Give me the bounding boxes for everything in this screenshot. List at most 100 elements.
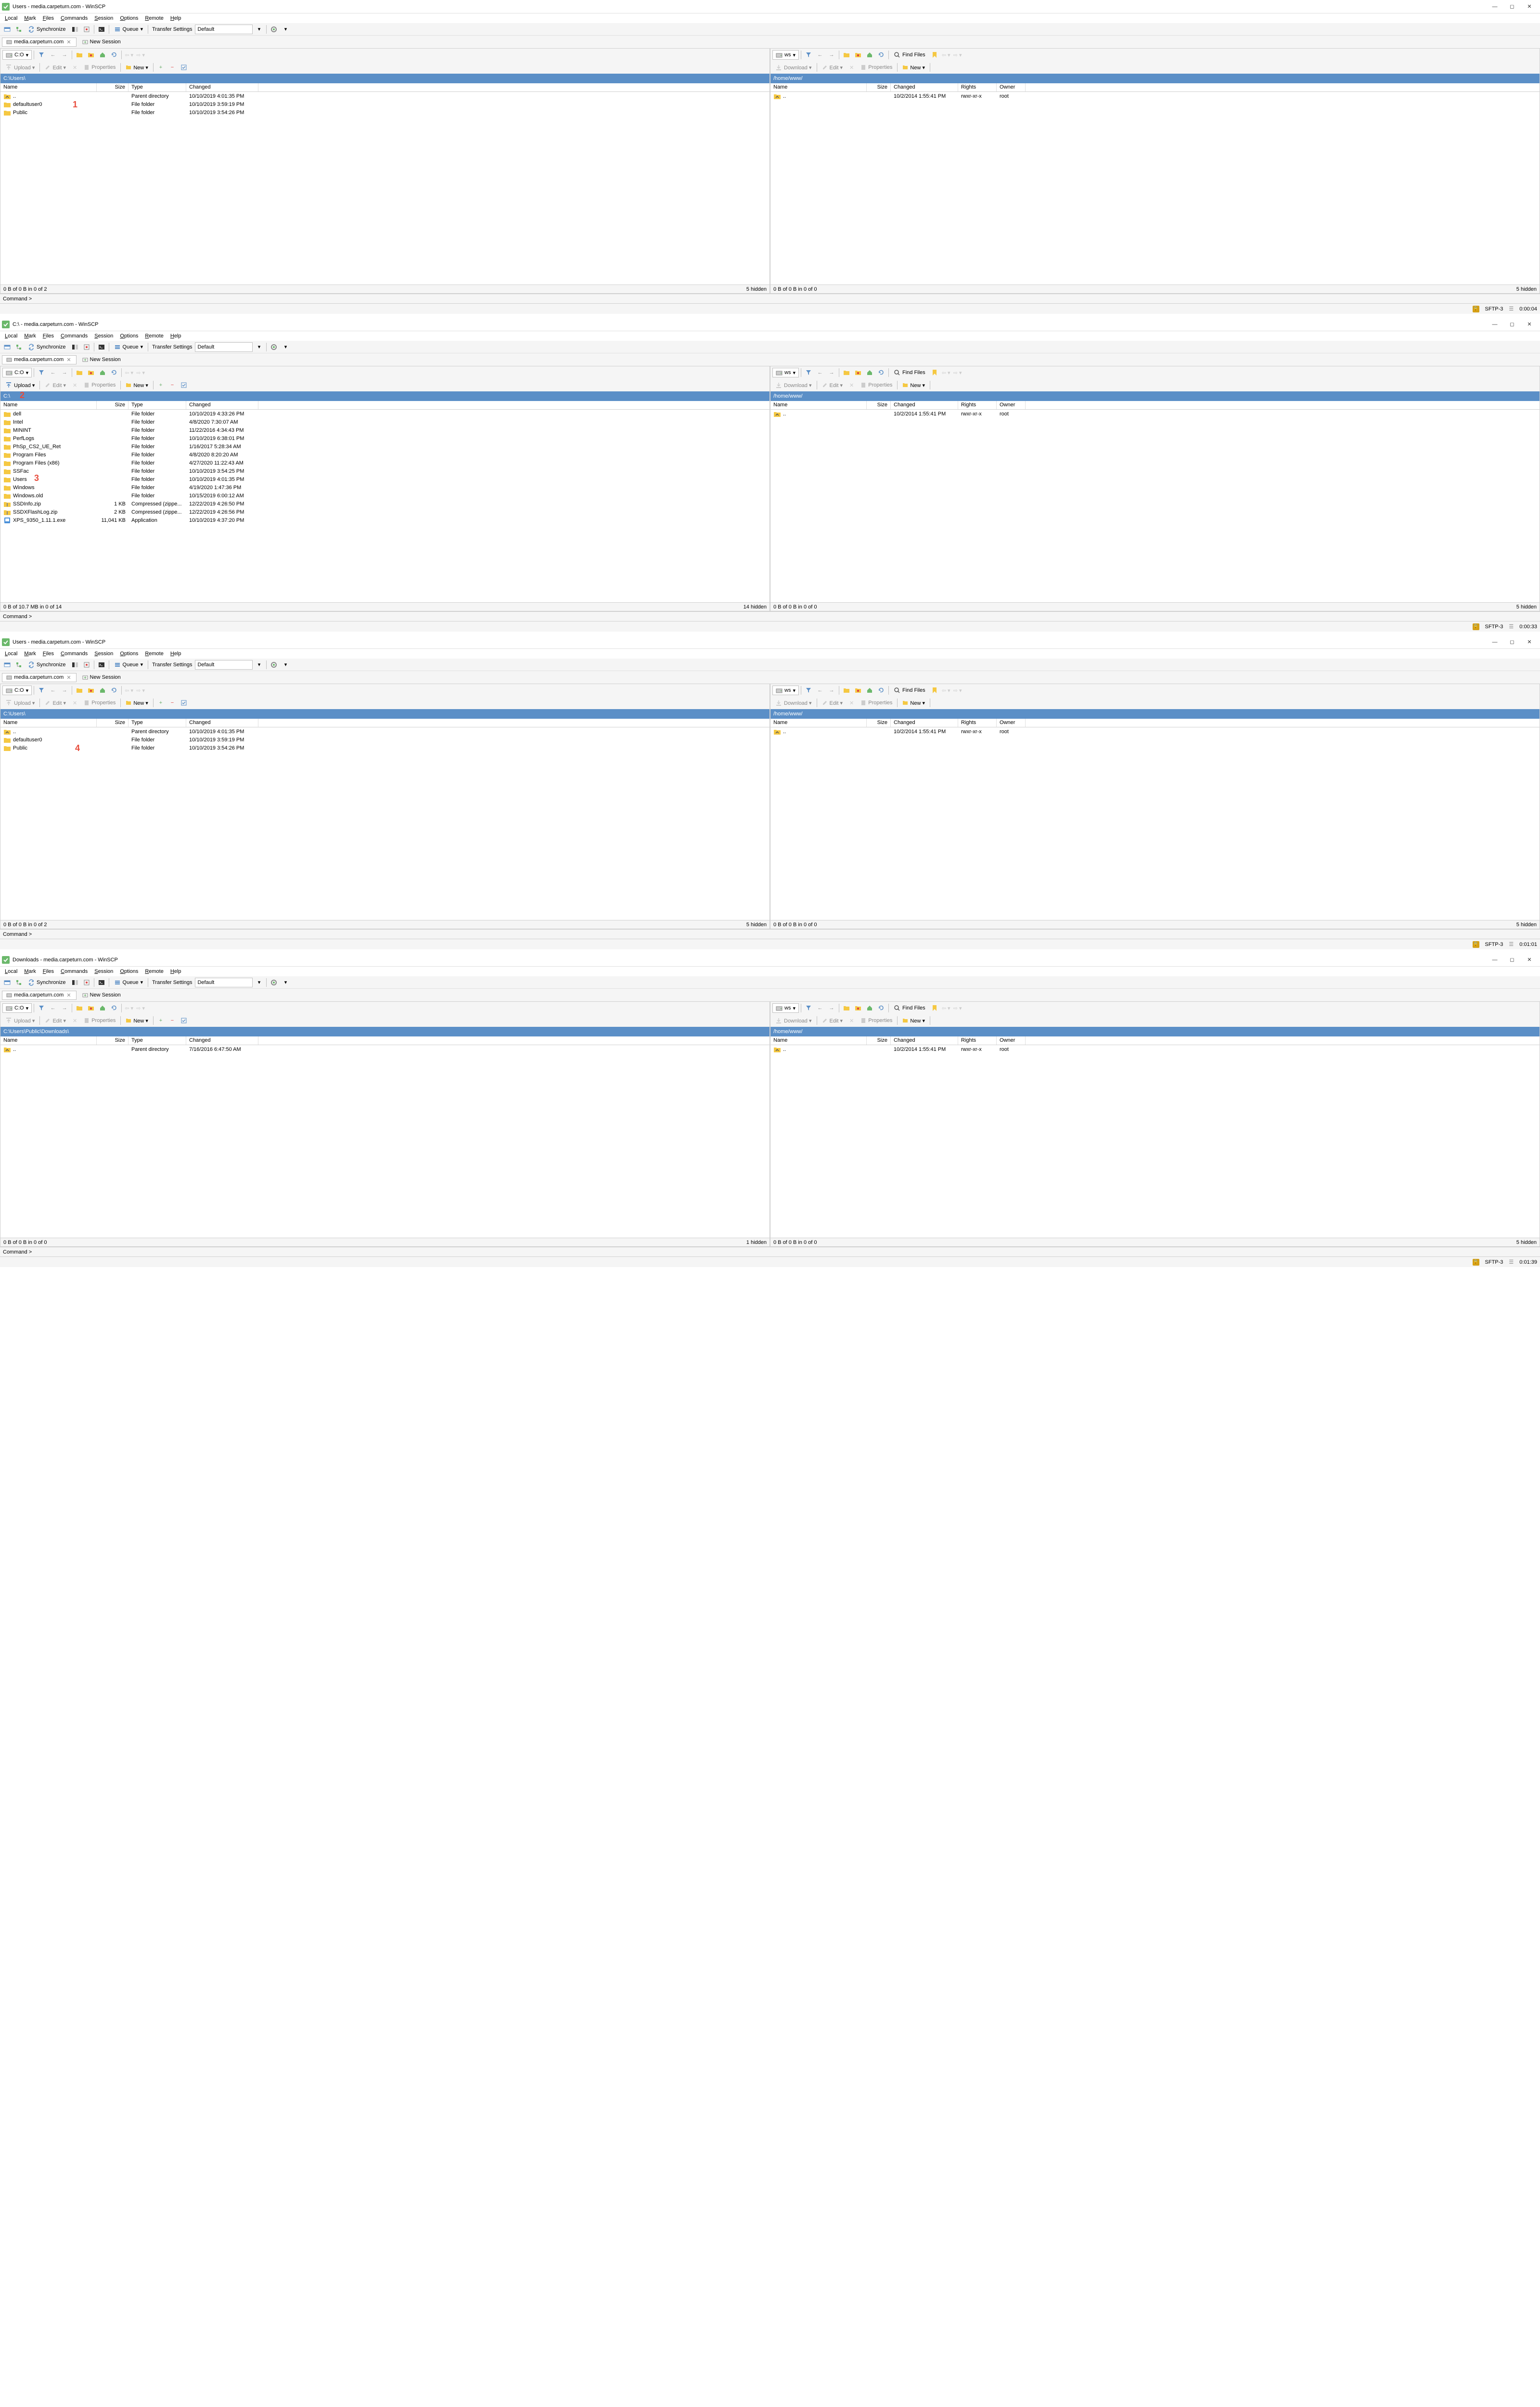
nav-fwd-small[interactable]: ⇨ ▾: [952, 367, 963, 378]
filter-icon[interactable]: [36, 367, 47, 378]
terminal-icon[interactable]: [96, 342, 107, 352]
download-button[interactable]: Download ▾: [772, 381, 815, 389]
menu-session[interactable]: Session: [91, 650, 116, 658]
edit-button[interactable]: Edit ▾: [42, 381, 69, 389]
remote-path[interactable]: /home/www/: [770, 74, 1540, 83]
check-button[interactable]: [179, 698, 189, 708]
home-button[interactable]: [864, 1003, 875, 1013]
command-line[interactable]: Command >: [0, 929, 1540, 939]
queue-icon[interactable]: ☰: [1509, 941, 1514, 947]
nav-back-small[interactable]: ⇦ ▾: [941, 367, 951, 378]
properties-button[interactable]: Properties: [858, 381, 895, 389]
file-row[interactable]: defaultuser0File folder10/10/2019 3:59:1…: [0, 736, 770, 744]
drive-selector[interactable]: C:O ▾: [2, 1003, 32, 1013]
parent-dir-button[interactable]: [841, 50, 852, 60]
header-name[interactable]: Name: [0, 1036, 97, 1045]
synchronize-button[interactable]: Synchronize: [25, 660, 69, 670]
back-button[interactable]: ←: [815, 1003, 825, 1013]
menu-files[interactable]: Files: [40, 332, 57, 340]
refresh-button[interactable]: [109, 367, 119, 378]
menu-mark[interactable]: Mark: [21, 14, 38, 22]
menu-commands[interactable]: Commands: [58, 650, 90, 658]
maximize-button[interactable]: ◻: [1507, 955, 1517, 965]
file-list[interactable]: ..10/2/2014 1:55:41 PMrwxr-xr-xroot: [770, 727, 1540, 920]
root-button[interactable]: [86, 685, 96, 696]
settings-icon[interactable]: [269, 24, 279, 35]
terminal-icon[interactable]: [96, 24, 107, 35]
synchronize-button[interactable]: Synchronize: [25, 977, 69, 988]
file-row[interactable]: SSDXFlashLog.zip2 KBCompressed (zippe...…: [0, 508, 770, 516]
plus-button[interactable]: +: [155, 1015, 166, 1026]
file-row[interactable]: ..10/2/2014 1:55:41 PMrwxr-xr-xroot: [770, 1045, 1540, 1053]
forward-button[interactable]: →: [59, 367, 70, 378]
menu-commands[interactable]: Commands: [58, 968, 90, 975]
menu-help[interactable]: Help: [167, 968, 184, 975]
sync-browse-icon[interactable]: [81, 342, 92, 352]
header-changed[interactable]: Changed: [891, 1036, 958, 1045]
filter-icon[interactable]: [36, 1003, 47, 1013]
header-size[interactable]: Size: [97, 83, 128, 91]
drive-selector[interactable]: ws ▾: [772, 686, 799, 695]
menu-local[interactable]: Local: [2, 332, 20, 340]
queue-button[interactable]: Queue ▾: [111, 660, 146, 670]
nav-back-small[interactable]: ⇦ ▾: [941, 1003, 951, 1013]
menu-files[interactable]: Files: [40, 650, 57, 658]
upload-button[interactable]: Upload ▾: [2, 1016, 38, 1025]
find-files-button[interactable]: Find Files: [891, 685, 928, 696]
filter-icon[interactable]: [803, 367, 814, 378]
menu-options[interactable]: Options: [117, 332, 141, 340]
header-changed[interactable]: Changed: [891, 83, 958, 91]
drive-selector[interactable]: C:O ▾: [2, 50, 32, 60]
delete-x-button[interactable]: ✕: [847, 381, 857, 389]
session-tab[interactable]: media.carpeturn.com✕: [2, 38, 77, 47]
header-size[interactable]: Size: [867, 719, 891, 727]
local-path[interactable]: 2C:\: [0, 391, 770, 401]
close-tab-icon[interactable]: ✕: [65, 674, 72, 681]
edit-button[interactable]: Edit ▾: [42, 699, 69, 707]
synchronize-button[interactable]: Synchronize: [25, 342, 69, 352]
properties-button[interactable]: Properties: [858, 64, 895, 71]
back-button[interactable]: ←: [48, 1003, 58, 1013]
file-list[interactable]: ..10/2/2014 1:55:41 PMrwxr-xr-xroot: [770, 92, 1540, 285]
nav-fwd-small[interactable]: ⇨ ▾: [135, 1003, 146, 1013]
check-button[interactable]: [179, 1015, 189, 1026]
edit-button[interactable]: Edit ▾: [819, 381, 846, 389]
download-button[interactable]: Download ▾: [772, 63, 815, 72]
bookmark-icon[interactable]: [929, 367, 940, 378]
sync-browse-icon[interactable]: [81, 977, 92, 988]
forward-button[interactable]: →: [826, 685, 837, 696]
file-row[interactable]: XPS_9350_1.11.1.exe11,041 KBApplication1…: [0, 516, 770, 524]
home-button[interactable]: [97, 685, 108, 696]
header-size[interactable]: Size: [867, 83, 891, 91]
file-row[interactable]: PerfLogsFile folder10/10/2019 6:38:01 PM: [0, 434, 770, 442]
maximize-button[interactable]: ◻: [1507, 637, 1517, 647]
home-button[interactable]: [97, 1003, 108, 1013]
root-button[interactable]: [853, 685, 863, 696]
delete-x-button[interactable]: ✕: [847, 64, 857, 72]
file-list[interactable]: 1..Parent directory10/10/2019 4:01:35 PM…: [0, 92, 770, 285]
properties-button[interactable]: Properties: [858, 699, 895, 707]
root-button[interactable]: [853, 367, 863, 378]
header-owner[interactable]: Owner: [997, 401, 1026, 409]
command-line[interactable]: Command >: [0, 611, 1540, 621]
file-row[interactable]: ..10/2/2014 1:55:41 PMrwxr-xr-xroot: [770, 727, 1540, 736]
forward-button[interactable]: →: [826, 367, 837, 378]
drive-selector[interactable]: ws ▾: [772, 368, 799, 377]
header-changed[interactable]: Changed: [186, 1036, 258, 1045]
download-button[interactable]: Download ▾: [772, 699, 815, 707]
new-session-button[interactable]: New Session: [78, 356, 125, 363]
maximize-button[interactable]: ◻: [1507, 320, 1517, 329]
root-button[interactable]: [853, 50, 863, 60]
minus-button[interactable]: −: [167, 1015, 178, 1026]
file-list[interactable]: ..10/2/2014 1:55:41 PMrwxr-xr-xroot: [770, 1045, 1540, 1238]
close-tab-icon[interactable]: ✕: [65, 39, 72, 45]
file-row[interactable]: ..Parent directory10/10/2019 4:01:35 PM: [0, 727, 770, 736]
home-button[interactable]: [864, 685, 875, 696]
settings-icon[interactable]: [269, 342, 279, 352]
header-size[interactable]: Size: [97, 1036, 128, 1045]
compare-icon[interactable]: [70, 342, 80, 352]
header-type[interactable]: Type: [128, 1036, 186, 1045]
home-button[interactable]: [97, 367, 108, 378]
filter-icon[interactable]: [36, 685, 47, 696]
bookmark-icon[interactable]: [929, 50, 940, 60]
